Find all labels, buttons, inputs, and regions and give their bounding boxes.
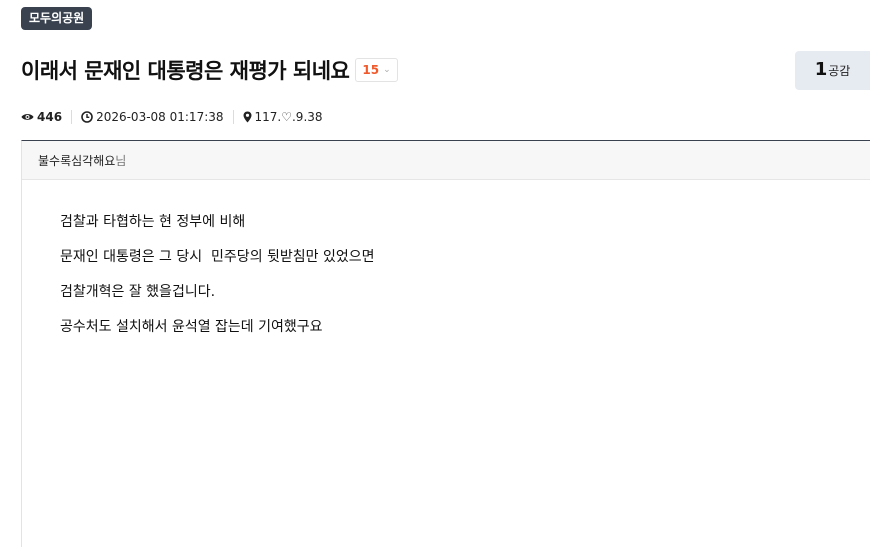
body-line: 공수처도 설치해서 윤석열 잡는데 기여했구요 bbox=[60, 319, 323, 335]
author-bar: 불수록심각해요 님 bbox=[22, 141, 870, 180]
body-line: 검찰과 타협하는 현 정부에 비해 bbox=[60, 214, 246, 230]
like-count: 1 bbox=[814, 59, 828, 80]
author-ip-value: 117.♡.9.38 bbox=[254, 110, 323, 124]
like-button[interactable]: 1 공감 bbox=[795, 51, 870, 90]
view-count: 446 bbox=[21, 110, 62, 124]
board-name-badge[interactable]: 모두의공원 bbox=[21, 7, 93, 30]
body-line: 검찰개혁은 잘 했을겁니다. bbox=[60, 284, 216, 300]
post-meta: 446 2026-03-08 01:17:38 117.♡.9.38 bbox=[21, 108, 323, 126]
chevron-down-icon: ⌄ bbox=[383, 65, 391, 75]
clock-icon bbox=[81, 111, 93, 123]
author-suffix: 님 bbox=[115, 153, 127, 168]
post-body: 검찰과 타협하는 현 정부에 비해 문재인 대통령은 그 당시 민주당의 뒷받침… bbox=[22, 180, 870, 337]
like-label: 공감 bbox=[828, 64, 851, 78]
post-datetime-value: 2026-03-08 01:17:38 bbox=[96, 110, 224, 124]
meta-divider bbox=[232, 110, 234, 124]
eye-icon bbox=[21, 114, 34, 120]
location-pin-icon bbox=[243, 111, 252, 123]
post-content-box: 불수록심각해요 님 검찰과 타협하는 현 정부에 비해 문재인 대통령은 그 당… bbox=[21, 140, 870, 547]
comment-count-button[interactable]: 15 ⌄ bbox=[355, 58, 398, 82]
author-ip: 117.♡.9.38 bbox=[243, 110, 323, 124]
title-row: 이래서 문재인 대통령은 재평가 되네요 15 ⌄ bbox=[21, 54, 398, 86]
view-count-value: 446 bbox=[37, 110, 63, 124]
post-title: 이래서 문재인 대통령은 재평가 되네요 bbox=[21, 59, 350, 83]
post-datetime: 2026-03-08 01:17:38 bbox=[81, 110, 224, 124]
body-line: 문재인 대통령은 그 당시 민주당의 뒷받침만 있었으면 bbox=[60, 249, 375, 265]
meta-divider bbox=[71, 110, 73, 124]
comment-count: 15 bbox=[362, 63, 380, 77]
author-name[interactable]: 불수록심각해요 bbox=[38, 152, 115, 169]
